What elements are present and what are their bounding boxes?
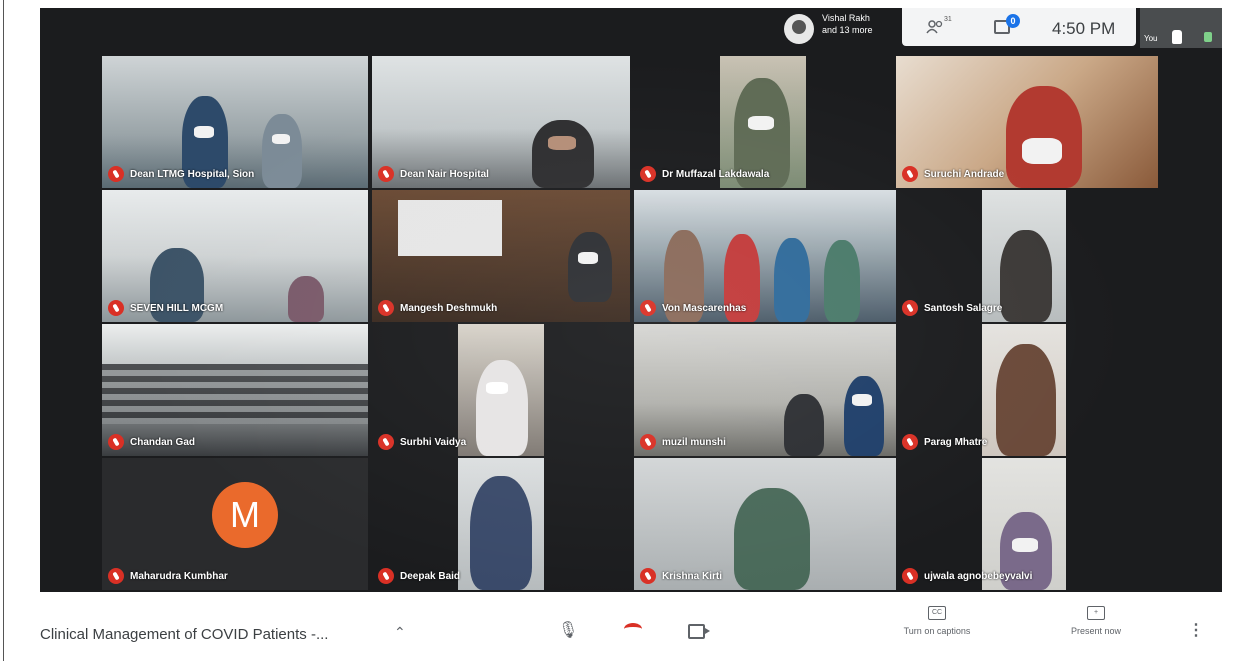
participant-count: 31 [944, 16, 952, 23]
hand-cursor-icon [1172, 30, 1182, 44]
mic-muted-icon [902, 434, 918, 450]
hang-up-icon[interactable] [624, 623, 642, 635]
projector-screen [398, 200, 502, 256]
participant-name: Maharudra Kumbhar [130, 570, 228, 582]
mic-muted-icon [108, 568, 124, 584]
video-tile[interactable]: Parag Mhatre [896, 324, 1158, 456]
present-label: Present now [1070, 626, 1122, 636]
speaker-others: and 13 more [822, 25, 873, 35]
mic-muted-icon [640, 568, 656, 584]
mic-muted-icon [902, 166, 918, 182]
video-grid: Vishal Rakh and 13 more 31 0 4:50 PM You [40, 8, 1222, 592]
participant-name: Deepak Baid [400, 570, 461, 582]
participant-avatar: M [212, 482, 278, 548]
video-tile[interactable]: Dean Nair Hospital [372, 56, 630, 188]
participant-name: Dr Muffazal Lakdawala [662, 168, 770, 180]
video-tile[interactable]: Suruchi Andrade [896, 56, 1158, 188]
captions-label: Turn on captions [903, 626, 971, 636]
mic-muted-icon [902, 568, 918, 584]
participant-name: Surbhi Vaidya [400, 436, 467, 448]
participant-name: Dean Nair Hospital [400, 168, 489, 180]
mic-muted-icon [378, 434, 394, 450]
participant-name: Krishna Kirti [662, 570, 723, 582]
mic-muted-icon [640, 166, 656, 182]
chat-badge: 0 [1006, 14, 1020, 28]
video-tile[interactable]: Dr Muffazal Lakdawala [634, 56, 896, 188]
captions-icon: CC [928, 606, 946, 620]
video-tile[interactable]: ujwala agnobebeyvalvi [896, 458, 1158, 590]
camera-icon[interactable] [688, 624, 710, 639]
microphone-icon[interactable]: 🎙 [558, 620, 578, 640]
captions-button[interactable]: CC Turn on captions [892, 606, 982, 636]
mic-muted-icon [108, 434, 124, 450]
mic-muted-icon [378, 166, 394, 182]
video-tile[interactable]: Chandan Gad [102, 324, 368, 456]
video-tile[interactable]: Mangesh Deshmukh [372, 190, 630, 322]
meeting-info-panel: 31 0 4:50 PM [902, 8, 1136, 46]
participant-name: Von Mascarenhas [662, 302, 747, 314]
mic-muted-icon [108, 166, 124, 182]
participant-name: Dean LTMG Hospital, Sion [130, 168, 255, 180]
participant-name: Chandan Gad [130, 436, 196, 448]
auditorium-seats [102, 364, 368, 424]
participant-name: SEVEN HILL MCGM [130, 302, 224, 314]
meeting-title[interactable]: Clinical Management of COVID Patients -.… [40, 626, 328, 643]
active-speaker-label: Vishal Rakh and 13 more [822, 12, 912, 36]
speaker-name: Vishal Rakh [822, 13, 870, 23]
people-icon[interactable] [926, 20, 944, 34]
mic-muted-icon [378, 300, 394, 316]
participant-name: Mangesh Deshmukh [400, 302, 498, 314]
present-icon: + [1087, 606, 1105, 620]
more-options-icon[interactable]: ⋮ [1188, 620, 1204, 640]
video-tile[interactable]: Krishna Kirti [634, 458, 896, 590]
participant-name: ujwala agnobebeyvalvi [924, 570, 1033, 582]
screenshot-frame: Vishal Rakh and 13 more 31 0 4:50 PM You [3, 0, 1251, 661]
video-tile[interactable]: Deepak Baid [372, 458, 630, 590]
meeting-controls: Clinical Management of COVID Patients -.… [40, 596, 1222, 660]
participant-name: Santosh Salagre [924, 302, 1003, 314]
audio-level-icon [1204, 32, 1212, 42]
chevron-up-icon[interactable]: ⌃ [394, 624, 406, 641]
video-tile[interactable]: Dean LTMG Hospital, Sion [102, 56, 368, 188]
present-button[interactable]: + Present now [1056, 606, 1136, 636]
participant-name: Parag Mhatre [924, 436, 988, 448]
video-tile[interactable]: SEVEN HILL MCGM [102, 190, 368, 322]
video-tile[interactable]: Von Mascarenhas [634, 190, 896, 322]
video-tile[interactable]: muzil munshi [634, 324, 896, 456]
mic-muted-icon [902, 300, 918, 316]
participant-name: Suruchi Andrade [924, 168, 1005, 180]
self-label: You [1144, 34, 1158, 43]
mic-muted-icon [108, 300, 124, 316]
self-view-tile[interactable]: You [1140, 8, 1222, 48]
participant-name: muzil munshi [662, 436, 726, 448]
mic-muted-icon [378, 568, 394, 584]
mic-muted-icon [640, 434, 656, 450]
speaker-avatar [784, 14, 814, 44]
clock: 4:50 PM [1052, 19, 1116, 38]
mic-muted-icon [640, 300, 656, 316]
video-tile[interactable]: Surbhi Vaidya [372, 324, 630, 456]
video-tile[interactable]: M Maharudra Kumbhar [102, 458, 368, 590]
video-tile[interactable]: Santosh Salagre [896, 190, 1158, 322]
